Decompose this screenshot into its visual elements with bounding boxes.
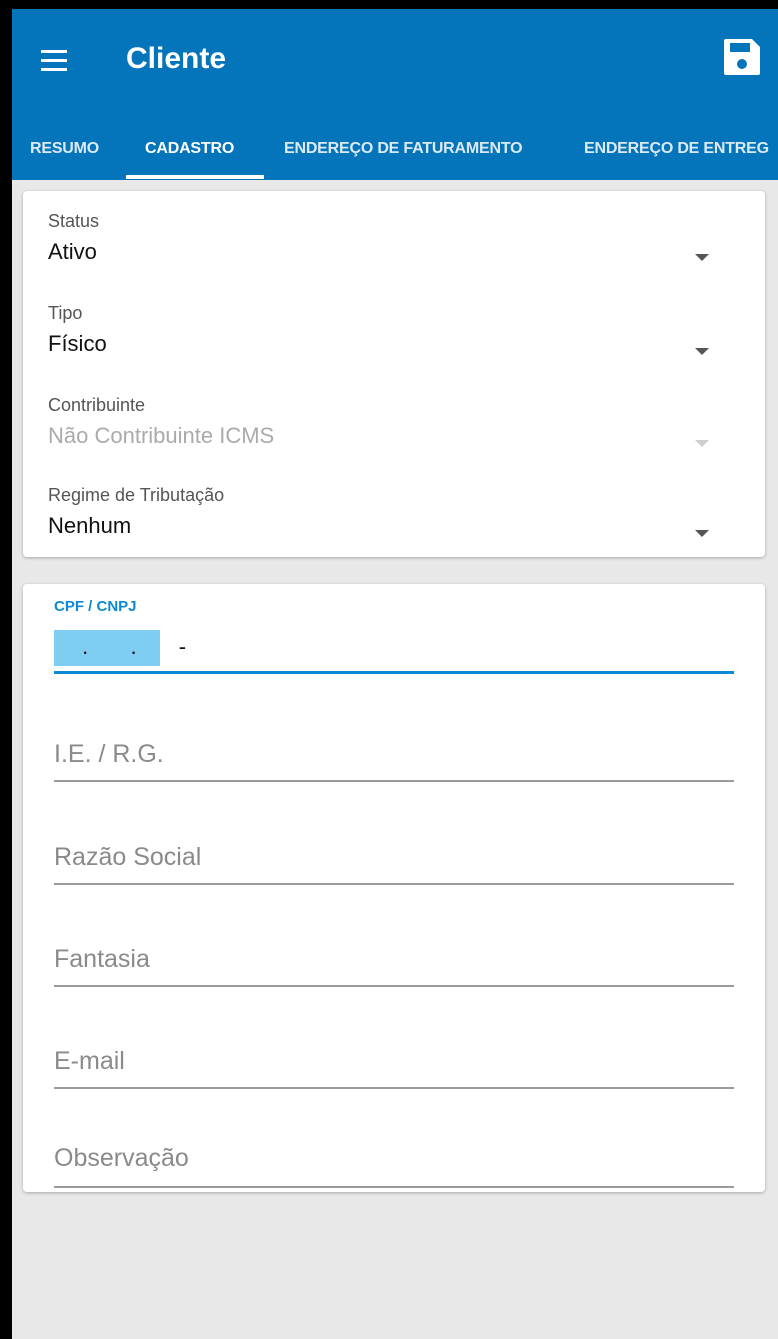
regime-tributacao-select[interactable]: Regime de Tributação Nenhum (23, 483, 765, 553)
status-value: Ativo (48, 239, 97, 264)
fantasia-field[interactable]: Fantasia (54, 939, 734, 989)
classification-card: Status Ativo Tipo Físico Contribuinte Nã… (23, 191, 765, 557)
field-underline (54, 1186, 734, 1188)
observacao-field[interactable]: Observação (54, 1142, 734, 1192)
status-select[interactable]: Status Ativo (23, 209, 765, 289)
active-tab-indicator (126, 175, 264, 179)
field-underline (54, 883, 734, 885)
regime-tributacao-label: Regime de Tributação (48, 485, 225, 505)
identification-card: CPF / CNPJ . . - I.E. / R.G. Razão Socia… (23, 584, 765, 1192)
page-title: Cliente (126, 42, 227, 75)
field-underline (54, 780, 734, 782)
ie-rg-placeholder: I.E. / R.G. (54, 740, 164, 768)
ie-rg-field[interactable]: I.E. / R.G. (54, 734, 734, 784)
cpf-cnpj-underline (54, 671, 734, 674)
razao-social-field[interactable]: Razão Social (54, 837, 734, 887)
chevron-down-icon (695, 440, 709, 447)
chevron-down-icon (695, 254, 709, 261)
razao-social-placeholder: Razão Social (54, 843, 202, 871)
tab-endereco-faturamento[interactable]: ENDEREÇO DE FATURAMENTO (284, 117, 523, 180)
regime-tributacao-value: Nenhum (48, 513, 132, 538)
status-label: Status (48, 211, 100, 231)
tab-bar: RESUMO CADASTRO ENDEREÇO DE FATURAMENTO … (12, 117, 778, 180)
tab-cadastro[interactable]: CADASTRO (145, 117, 234, 180)
field-underline (54, 1087, 734, 1089)
menu-icon[interactable] (38, 45, 70, 77)
contribuinte-label: Contribuinte (48, 395, 146, 415)
tab-resumo[interactable]: RESUMO (30, 117, 99, 180)
tipo-select[interactable]: Tipo Físico (23, 301, 765, 381)
chevron-down-icon (695, 348, 709, 355)
email-field[interactable]: E-mail (54, 1041, 734, 1091)
contribuinte-value: Não Contribuinte ICMS (48, 423, 275, 448)
app-bar: Cliente RESUMO CADASTRO ENDEREÇO DE FATU… (12, 9, 778, 180)
field-underline (54, 985, 734, 987)
contribuinte-select: Contribuinte Não Contribuinte ICMS (23, 393, 765, 473)
cpf-cnpj-label: CPF / CNPJ (54, 598, 137, 615)
tipo-label: Tipo (48, 303, 83, 323)
cpf-cnpj-input[interactable]: . . - (54, 630, 186, 666)
save-icon[interactable] (722, 37, 762, 77)
email-placeholder: E-mail (54, 1047, 125, 1075)
observacao-placeholder: Observação (54, 1144, 189, 1172)
tab-endereco-entrega[interactable]: ENDEREÇO DE ENTREG (584, 117, 769, 180)
tipo-value: Físico (48, 331, 107, 356)
chevron-down-icon (695, 530, 709, 537)
fantasia-placeholder: Fantasia (54, 945, 150, 973)
app-frame: Cliente RESUMO CADASTRO ENDEREÇO DE FATU… (12, 9, 778, 1339)
